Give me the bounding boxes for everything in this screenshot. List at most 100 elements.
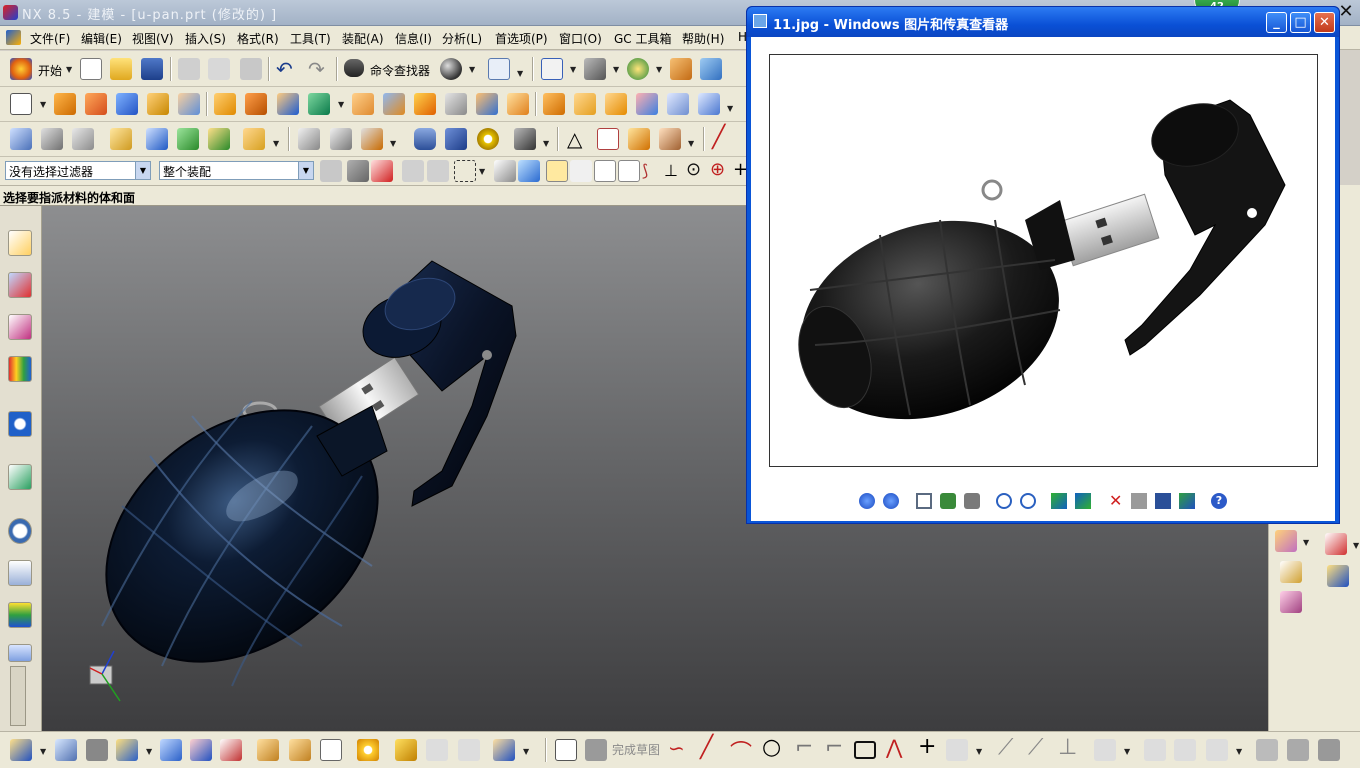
paste-icon[interactable] [240, 58, 262, 80]
history-icon[interactable] [8, 518, 32, 544]
trim-icon[interactable] [507, 93, 529, 115]
cut-icon[interactable] [178, 58, 200, 80]
zoom-fit-icon[interactable] [541, 58, 563, 80]
offset-curve-icon[interactable] [1094, 739, 1116, 761]
line-icon[interactable]: ╱ [700, 735, 713, 760]
snap-mid-icon[interactable] [618, 160, 640, 182]
sequence-icon[interactable] [257, 739, 279, 761]
mirror-curve-icon[interactable] [1144, 739, 1166, 761]
assembly-navigator-icon[interactable] [8, 230, 32, 256]
menu-app-icon[interactable] [6, 30, 21, 45]
zoom-in-icon[interactable] [996, 493, 1012, 509]
make-corner-icon[interactable]: ⊥ [1058, 735, 1077, 760]
shade-icon[interactable] [627, 58, 649, 80]
component-icon[interactable] [1280, 561, 1302, 583]
layer-icon[interactable] [670, 58, 692, 80]
block-icon[interactable] [116, 93, 138, 115]
assembly-nav-icon[interactable] [10, 128, 32, 150]
best-fit-icon[interactable] [916, 493, 932, 509]
open-icon[interactable] [110, 58, 132, 80]
zoom-out-icon[interactable] [1020, 493, 1036, 509]
auto-constrain-icon[interactable] [1287, 739, 1309, 761]
menu-preferences[interactable]: 首选项(P) [495, 30, 548, 47]
measure-icon[interactable] [110, 128, 132, 150]
menu-analysis[interactable]: 分析(L) [442, 30, 482, 47]
slot-icon[interactable] [352, 93, 374, 115]
point-icon[interactable]: + [918, 734, 936, 759]
rotate-clockwise-icon[interactable] [1051, 493, 1067, 509]
roles-icon[interactable] [8, 644, 32, 662]
gear-icon[interactable] [514, 128, 536, 150]
spreadsheet-icon[interactable] [414, 128, 436, 150]
redo-icon[interactable]: ↷ [308, 57, 325, 81]
snap-center-icon[interactable]: ⊙ [686, 159, 701, 180]
delete-icon[interactable]: ✕ [1109, 491, 1122, 510]
save-icon[interactable] [141, 58, 163, 80]
clone-icon[interactable] [289, 739, 311, 761]
web-browser-icon[interactable] [8, 464, 32, 490]
pad-icon[interactable] [308, 93, 330, 115]
start-icon[interactable] [10, 58, 32, 80]
curve-icon[interactable] [298, 128, 320, 150]
profile-icon[interactable]: ∽ [668, 736, 685, 760]
wrench-icon[interactable] [1327, 565, 1349, 587]
snap-point-icon[interactable] [546, 160, 568, 182]
sphere-icon[interactable] [440, 58, 462, 80]
select-icon[interactable] [10, 739, 32, 761]
datum-icon[interactable] [698, 93, 720, 115]
create-array-icon[interactable] [116, 739, 138, 761]
selection-scope-select[interactable]: 整个装配 ▼ [159, 161, 314, 180]
groove-icon[interactable] [383, 93, 405, 115]
route-icon[interactable] [458, 739, 480, 761]
snap-end-icon[interactable] [594, 160, 616, 182]
undo-icon[interactable]: ↶ [276, 57, 293, 81]
menu-assembly[interactable]: 装配(A) [342, 30, 384, 47]
table-icon[interactable] [597, 128, 619, 150]
body-icon[interactable] [1280, 591, 1302, 613]
geometric-constraints-icon[interactable] [1256, 739, 1278, 761]
menu-format[interactable]: 格式(R) [237, 30, 279, 47]
binoculars-icon[interactable] [344, 59, 364, 77]
layer-settings-icon[interactable] [41, 128, 63, 150]
open-editor-icon[interactable] [1179, 493, 1195, 509]
start-button[interactable]: 开始 [38, 62, 62, 79]
blend-icon[interactable] [414, 93, 436, 115]
circle-icon[interactable]: ○ [762, 735, 781, 760]
wave-geometry-icon[interactable] [320, 739, 342, 761]
pattern-icon[interactable] [243, 128, 265, 150]
snap-tangent-icon[interactable]: ⟆ [642, 161, 648, 180]
menu-gc-toolbox[interactable]: GC 工具箱 [614, 30, 672, 47]
rectangle-select-icon[interactable] [454, 160, 476, 182]
cylinder-icon[interactable] [147, 93, 169, 115]
show-constraints-icon[interactable] [1318, 739, 1340, 761]
line-icon[interactable]: ╱ [712, 125, 725, 150]
new-icon[interactable] [80, 58, 102, 80]
pipe-icon[interactable] [493, 739, 515, 761]
draft-icon[interactable] [361, 128, 383, 150]
weld-icon[interactable] [659, 128, 681, 150]
arc-icon[interactable]: ⌒ [730, 735, 752, 767]
assembly-constraints-icon[interactable] [190, 739, 212, 761]
intersect-icon[interactable] [605, 93, 627, 115]
maximize-button[interactable]: □ [1290, 12, 1311, 33]
bearing-icon[interactable] [477, 128, 499, 150]
view-icon[interactable] [584, 58, 606, 80]
rotate-counterclockwise-icon[interactable] [1075, 493, 1091, 509]
mate-icon[interactable] [208, 128, 230, 150]
chamfer-sketch-icon[interactable]: ⌐ [825, 735, 843, 760]
quick-trim-icon[interactable]: ⟋ [998, 735, 1013, 760]
menu-edit[interactable]: 编辑(E) [81, 30, 122, 47]
rectangle-icon[interactable] [854, 741, 876, 759]
boss-icon[interactable] [245, 93, 267, 115]
wave-link-icon[interactable] [1275, 530, 1297, 552]
next-image-icon[interactable] [883, 493, 899, 509]
wcs-icon[interactable] [700, 58, 722, 80]
reuse-library-icon[interactable] [8, 356, 32, 382]
menu-file[interactable]: 文件(F) [30, 30, 70, 47]
filter-settings-icon[interactable] [320, 160, 342, 182]
spring-icon[interactable] [445, 128, 467, 150]
type-filter-select[interactable]: 没有选择过滤器 ▼ [5, 161, 151, 180]
menu-information[interactable]: 信息(I) [395, 30, 432, 47]
hole-icon[interactable] [214, 93, 236, 115]
revolve-icon[interactable] [85, 93, 107, 115]
